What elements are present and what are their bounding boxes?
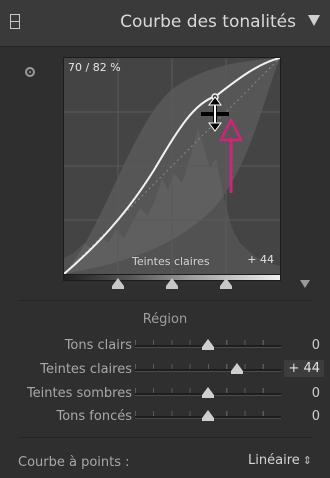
slider-thumb[interactable]: [202, 387, 214, 398]
slider-track[interactable]: [135, 369, 281, 372]
curve-region-label: Teintes claires: [132, 255, 210, 268]
slider-highlights[interactable]: Tons clairs 0: [0, 336, 330, 356]
triangle-down-icon[interactable]: [308, 15, 320, 26]
panel-switch-icon[interactable]: [10, 14, 20, 29]
slider-value[interactable]: 0: [312, 409, 320, 424]
panel-header[interactable]: Courbe des tonalités: [0, 0, 330, 47]
divider: [18, 437, 312, 438]
slider-shadows[interactable]: Tons foncés 0: [0, 407, 330, 427]
up-down-chevron-icon: ⇕: [302, 454, 312, 467]
slider-thumb[interactable]: [202, 410, 214, 421]
slider-thumb[interactable]: [202, 339, 214, 350]
split-handle-shadows[interactable]: [112, 278, 124, 289]
slider-darks[interactable]: Teintes sombres 0: [0, 384, 330, 404]
slider-value[interactable]: + 44: [284, 360, 324, 377]
point-curve-label: Courbe à points :: [18, 455, 130, 470]
slider-label: Teintes claires: [40, 362, 132, 377]
divider: [18, 300, 312, 301]
slider-lights[interactable]: Teintes claires + 44: [0, 360, 330, 380]
point-curve-select[interactable]: Linéaire ⇕: [248, 453, 312, 468]
split-handle-highlights[interactable]: [220, 278, 232, 289]
target-adjust-icon[interactable]: [25, 67, 35, 77]
slider-label: Teintes sombres: [26, 386, 132, 401]
region-section-title: Région: [142, 312, 188, 327]
tone-curve-graph[interactable]: 70 / 82 % Teintes claires + 44: [63, 57, 281, 275]
slider-label: Tons foncés: [56, 409, 132, 424]
tone-curve-panel: Courbe des tonalités 70 / 82 % Teintes c…: [0, 0, 330, 478]
slider-thumb[interactable]: [231, 363, 243, 374]
slider-value[interactable]: 0: [312, 386, 320, 401]
curve-options-triangle-icon[interactable]: [300, 280, 310, 288]
slider-value[interactable]: 0: [312, 338, 320, 353]
point-curve-select-value: Linéaire: [248, 453, 300, 468]
split-handle-midtones[interactable]: [166, 278, 178, 289]
curve-canvas: [64, 58, 280, 274]
slider-label: Tons clairs: [64, 338, 132, 353]
panel-title: Courbe des tonalités: [120, 12, 296, 32]
curve-region-value: + 44: [247, 253, 274, 266]
curve-readout: 70 / 82 %: [68, 61, 121, 74]
